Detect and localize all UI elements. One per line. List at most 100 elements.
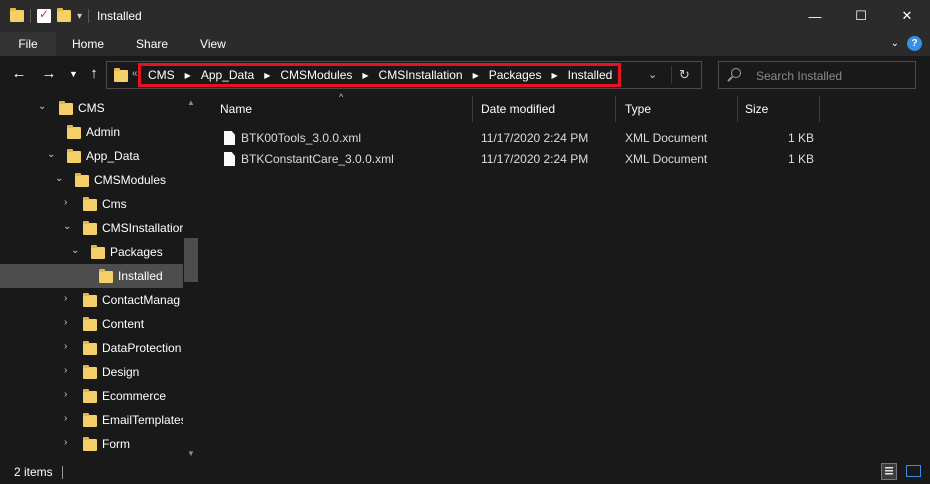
chevron-right-icon[interactable]: › [64,365,67,376]
tree-item-design[interactable]: › Design [0,360,183,384]
chevron-right-icon[interactable]: ▶ [551,71,557,80]
scrollbar-thumb[interactable] [184,238,198,282]
table-row[interactable]: BTKConstantCare_3.0.0.xml 11/17/2020 2:2… [220,149,840,170]
tab-file[interactable]: File [0,32,56,56]
address-bar[interactable]: « CMS ▶ App_Data ▶ CMSModules ▶ CMSInsta… [106,61,702,89]
column-divider[interactable] [737,96,738,122]
tree-item-label: CMSInstallatior [102,221,184,235]
chevron-down-icon[interactable]: ⌄ [63,221,71,232]
xml-file-icon [224,152,235,166]
column-divider[interactable] [615,96,616,122]
folder-icon [83,413,97,427]
new-folder-icon[interactable] [57,8,71,22]
file-size: 1 KB [788,152,815,166]
chevron-right-icon[interactable]: › [64,197,67,208]
tree-item-label: Design [102,365,140,379]
toolbar-divider [88,9,90,23]
breadcrumb-cms[interactable]: CMS [148,68,175,82]
recent-locations-button[interactable]: ▼ [69,69,78,79]
tree-item-cmsinstallation[interactable]: ⌄ CMSInstallatior [0,216,183,240]
status-bar: 2 items [0,460,930,484]
maximize-button[interactable]: ☐ [838,0,884,32]
column-header-type[interactable]: Type [625,102,651,116]
tree-item-dataprotection[interactable]: › DataProtection [0,336,183,360]
chevron-right-icon[interactable]: › [64,293,67,304]
window-title: Installed [97,9,142,23]
toolbar-divider [30,9,31,23]
tree-scrollbar[interactable]: ▲ ▼ [183,96,200,460]
chevron-right-icon[interactable]: ▶ [264,71,270,80]
chevron-right-icon[interactable]: › [64,413,67,424]
tree-item-emailtemplates[interactable]: › EmailTemplates [0,408,187,432]
sort-ascending-icon: ^ [339,92,344,102]
tree-item-ecommerce[interactable]: › Ecommerce [0,384,183,408]
tree-item-label: Form [102,437,130,451]
tree-item-content[interactable]: › Content [0,312,183,336]
column-divider[interactable] [819,96,820,122]
file-type: XML Document [625,131,708,145]
details-view-icon[interactable] [881,463,897,480]
chevron-right-icon[interactable]: › [64,389,67,400]
close-button[interactable]: ✕ [884,0,930,32]
tree-item-cmsmodules[interactable]: ⌄ CMSModules [0,168,183,192]
properties-icon[interactable] [37,7,51,23]
refresh-icon[interactable]: ↻ [679,67,690,83]
search-box[interactable]: Search Installed [718,61,916,89]
back-button[interactable]: ← [9,65,29,82]
tab-share[interactable]: Share [120,32,184,56]
minimize-button[interactable]: — [792,0,838,32]
address-dropdown-icon[interactable]: ⌄ [648,68,657,81]
table-row[interactable]: BTK00Tools_3.0.0.xml 11/17/2020 2:24 PM … [220,128,840,149]
tree-item-label: ContactManag [102,293,181,307]
forward-button[interactable]: → [39,65,59,82]
folder-icon [67,149,81,163]
breadcrumb-app-data[interactable]: App_Data [201,68,254,82]
breadcrumb-packages[interactable]: Packages [489,68,542,82]
tree-item-contactmanagement[interactable]: › ContactManag [0,288,183,312]
address-overflow-icon[interactable]: « [132,68,138,79]
column-header-size[interactable]: Size [745,102,768,116]
tree-item-admin[interactable]: Admin [0,120,183,144]
scroll-down-icon[interactable]: ▼ [187,449,195,458]
tab-view[interactable]: View [184,32,242,56]
scroll-up-icon[interactable]: ▲ [187,98,195,107]
tab-home[interactable]: Home [56,32,120,56]
column-header-name[interactable]: Name [220,102,252,116]
chevron-down-icon[interactable]: ⌄ [55,173,63,184]
help-icon[interactable]: ? [907,36,922,51]
chevron-right-icon[interactable]: › [64,341,67,352]
chevron-right-icon[interactable]: › [64,437,67,448]
tree-item-form[interactable]: › Form [0,432,183,456]
chevron-down-icon[interactable]: ⌄ [38,101,46,112]
chevron-down-icon[interactable]: ⌄ [71,245,79,256]
chevron-right-icon[interactable]: ▶ [362,71,368,80]
folder-icon [67,125,81,139]
tree-item-packages[interactable]: ⌄ Packages [0,240,183,264]
chevron-right-icon[interactable]: ▶ [473,71,479,80]
chevron-right-icon[interactable]: ▶ [185,71,191,80]
tree-item-label: CMSModules [94,173,167,187]
column-divider[interactable] [472,96,473,122]
window-controls: — ☐ ✕ [792,0,930,32]
chevron-right-icon[interactable]: › [64,317,67,328]
folder-icon [83,341,97,355]
file-name: BTKConstantCare_3.0.0.xml [241,152,394,166]
tree-item-cms[interactable]: ⌄ CMS [0,96,183,120]
expand-ribbon-icon[interactable]: ⌄ [891,38,899,49]
tree-item-installed[interactable]: Installed [0,264,183,288]
ribbon-tabs: File Home Share View ⌄ ? [0,32,930,56]
tree-item-app-data[interactable]: ⌄ App_Data [0,144,183,168]
customize-toolbar-icon[interactable]: ▾ [77,11,82,22]
column-header-date-modified[interactable]: Date modified [481,102,555,116]
search-input[interactable]: Search Installed [756,69,842,83]
up-button[interactable]: ↑ [84,65,104,82]
tree-item-cms-module[interactable]: › Cms [0,192,183,216]
breadcrumb-cmsmodules[interactable]: CMSModules [280,68,352,82]
navigation-pane: ⌄ CMS Admin ⌄ App_Data ⌄ CMSModules › Cm… [0,96,200,460]
breadcrumb-cmsinstallation[interactable]: CMSInstallation [379,68,463,82]
chevron-down-icon[interactable]: ⌄ [47,149,55,160]
large-icons-view-icon[interactable] [906,465,921,477]
folder-icon [75,173,89,187]
breadcrumb-installed[interactable]: Installed [568,68,613,82]
tree-item-label: Packages [110,245,163,259]
